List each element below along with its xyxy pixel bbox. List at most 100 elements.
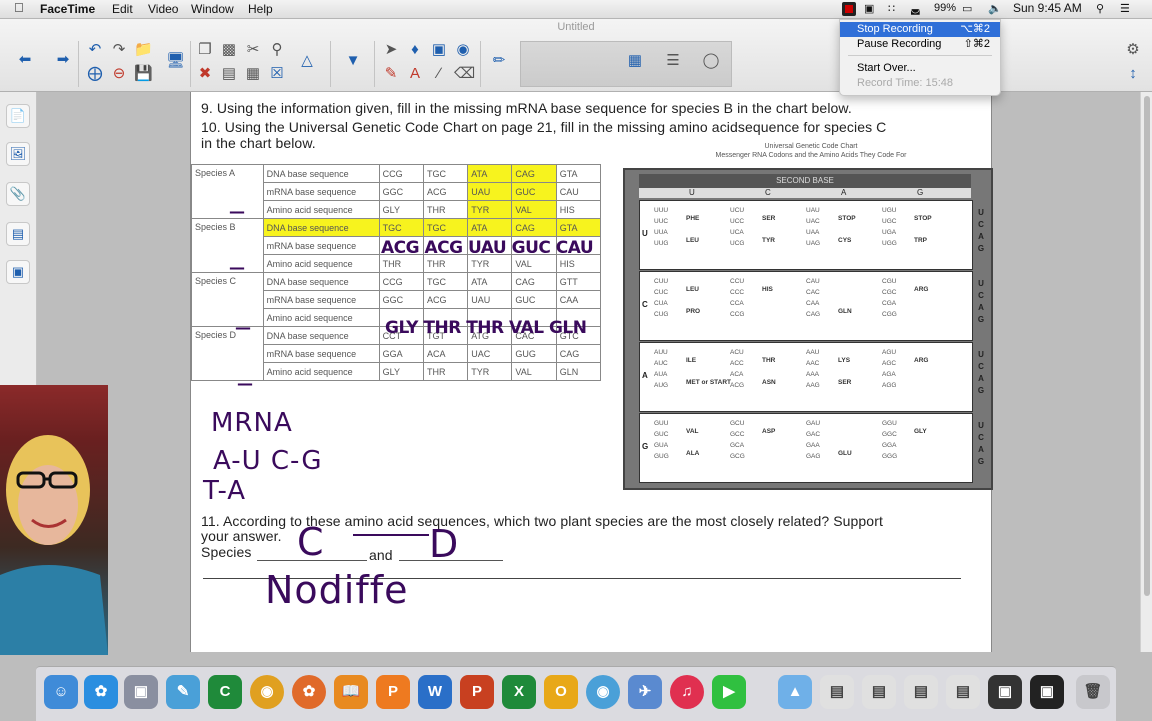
stop-recording-item[interactable]: Stop Recording ⌥⌘2 [840,22,1000,37]
facetime-icon[interactable]: ▶ [712,675,746,709]
close-doc-icon[interactable]: ☒ [268,65,286,83]
sequence-type-label: Amino acid sequence [262,200,380,219]
ibooks-icon[interactable]: 📖 [334,675,368,709]
codon: ACA [730,371,744,378]
preview-icon[interactable]: ▣ [124,675,158,709]
image-capture-icon[interactable]: ✈ [628,675,662,709]
addons-icon[interactable]: ▣ [6,260,30,284]
third-base-label: C [978,433,984,442]
undo-icon[interactable]: ↶ [86,41,104,59]
eraser-icon[interactable]: ▣ [430,41,448,59]
word-icon[interactable]: W [418,675,452,709]
code-chart-caption: Universal Genetic Code Chart Messenger R… [691,142,931,160]
fill-icon[interactable]: ◉ [454,41,472,59]
globe-icon[interactable]: ◉ [586,675,620,709]
line-tool-icon[interactable]: ∕ [430,65,448,83]
save-icon[interactable]: 💾 [134,65,153,83]
delete-page-icon[interactable]: ⊖ [110,65,128,83]
vertical-scrollbar[interactable] [1140,92,1152,652]
apple-menu-icon[interactable]:  [14,0,24,15]
text-tool-icon[interactable]: A [406,65,424,83]
pen-tool-icon[interactable]: ✏ [490,52,508,70]
photos-icon[interactable]: ✿ [292,675,326,709]
spotlight-icon[interactable]: ⚲ [1096,2,1104,15]
document-icon-3[interactable]: ▤ [904,675,938,709]
battery-icon[interactable]: ▭ [962,2,972,15]
attachments-icon[interactable]: 📎 [6,182,30,206]
applications-folder-icon[interactable]: ▲ [778,675,812,709]
send-icon[interactable]: ▼ [344,52,362,70]
share-icon[interactable]: △ [298,52,316,70]
third-base-label: G [977,315,985,324]
start-over-item[interactable]: Start Over... [840,61,1000,76]
open-folder-icon[interactable]: 📁 [134,41,153,59]
finder-icon[interactable]: ☺ [44,675,78,709]
sequence-cell: CAG [555,344,602,363]
table-icon[interactable]: ▦ [244,65,262,83]
paste-icon[interactable]: ▩ [220,41,238,59]
second-base-column-label: C [765,188,771,197]
color-grid-icon[interactable]: ▦ [626,52,644,70]
effects-icon[interactable]: ◯ [702,52,720,70]
document-icon-2[interactable]: ▤ [862,675,896,709]
species-table-row: Species B DNA base sequence TGC TGC ATA CAG GT… [191,218,602,273]
magic-pen-icon[interactable]: ✎ [382,65,400,83]
menu-window[interactable]: Window [191,2,234,16]
outlook-icon[interactable]: O [544,675,578,709]
capture-tool-icon[interactable]: ✂ [244,41,262,59]
volume-icon[interactable]: 🔈 [988,2,1002,15]
camtasia-icon[interactable]: C [208,675,242,709]
trash-icon[interactable]: 🗑 [1076,675,1110,709]
sequence-cell: ACG [422,182,469,201]
app-menu[interactable]: FaceTime [40,2,95,16]
zoom-icon[interactable]: ⚲ [268,41,286,59]
redo-icon[interactable]: ↷ [110,41,128,59]
gallery-icon[interactable]: 🖼 [6,142,30,166]
shapes-icon[interactable]: ♦ [406,41,424,59]
copy-icon[interactable]: ❐ [196,41,214,59]
itunes-icon[interactable]: ♫ [670,675,704,709]
excel-icon[interactable]: X [502,675,536,709]
codon: AAC [806,360,820,367]
document-icon-4[interactable]: ▤ [946,675,980,709]
battery-text[interactable]: 99% [934,2,956,14]
screen-thumbnail-icon-2[interactable]: ▣ [1030,675,1064,709]
settings-gear-icon[interactable]: ⚙ [1124,41,1142,59]
properties-icon[interactable]: ▤ [6,222,30,246]
toolbar-position-icon[interactable]: ↕ [1124,65,1142,83]
wifi-icon[interactable]: ◛ [910,2,921,15]
select-icon[interactable]: ➤ [382,41,400,59]
code-chart-row: A AUU AUC AUA AUG ACU ACC ACA ACG AAU AAC AAA AAG AGU… [639,342,984,412]
pages-icon[interactable]: P [376,675,410,709]
forward-arrow-icon[interactable]: ➡ [54,51,72,69]
clock[interactable]: Sun 9:45 AM [1013,1,1082,15]
activity-icon[interactable]: ∷ [888,2,895,15]
shade-icon[interactable]: ▤ [220,65,238,83]
codon: GAU [806,420,821,427]
cut-icon[interactable]: ✖ [196,65,214,83]
page-sorter-icon[interactable]: 📄 [6,104,30,128]
back-arrow-icon[interactable]: ⬅ [16,51,34,69]
capture-icon[interactable]: ▣ [864,2,874,15]
safari-icon[interactable]: ✿ [84,675,118,709]
line-style-icon[interactable]: ☰ [664,52,682,70]
chrome-icon[interactable]: ◉ [250,675,284,709]
menu-help[interactable]: Help [248,2,273,16]
menu-edit[interactable]: Edit [112,2,133,16]
powerpoint-icon[interactable]: P [460,675,494,709]
new-page-icon[interactable]: ⨁ [86,65,104,83]
menu-video[interactable]: Video [148,2,178,16]
document-icon-1[interactable]: ▤ [820,675,854,709]
pause-recording-item[interactable]: Pause Recording ⇧⌘2 [840,37,1000,52]
screen-icon[interactable]: 🖥 [166,52,185,70]
codon-group: CCU CCC CCA CCG [730,276,744,320]
second-base-column-label: A [841,188,847,197]
code-chart-row: C CUU CUC CUA CUG CCU CCC CCA CCG CAU CAC CAA CAG CGU… [639,271,984,341]
notes-icon[interactable]: ✎ [166,675,200,709]
codon-group: CUU CUC CUA CUG [654,276,668,320]
notification-center-icon[interactable]: ☰ [1120,2,1130,15]
pen-eraser-icon[interactable]: ⌫ [454,65,475,83]
screen-thumbnail-icon-1[interactable]: ▣ [988,675,1022,709]
amino-acid-label: ARG [914,286,929,293]
screen-record-icon[interactable] [842,2,856,16]
